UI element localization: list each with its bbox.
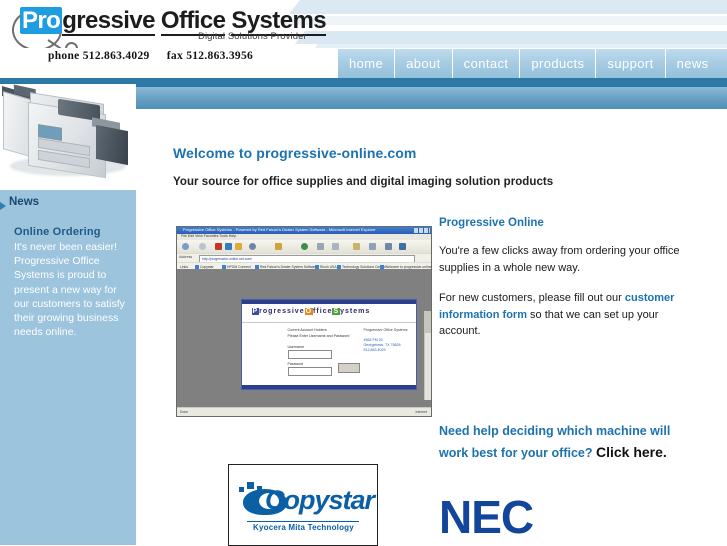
username-input[interactable] — [287, 350, 332, 359]
screenshot-scrollbar[interactable] — [424, 311, 431, 400]
screenshot-login-form: Current Account Holders Please Enter Use… — [241, 323, 416, 385]
screenshot-addressbar[interactable]: Address http://progressive-online.net.co… — [177, 253, 431, 263]
cta-click-here[interactable]: Click here. — [596, 444, 667, 460]
nav-label: contact — [463, 56, 509, 71]
logo-gressive: gressive — [62, 7, 155, 36]
fax-number: 512.863.3956 — [186, 50, 254, 62]
sidebar: News Online Ordering It's never been eas… — [0, 190, 136, 545]
copystar-initial: C — [265, 485, 284, 515]
nav-label: products — [531, 56, 585, 71]
username-label: Username — [287, 345, 305, 349]
header-banner-bar — [130, 87, 727, 109]
copystar-subtitle: Kyocera Mita Technology — [253, 523, 354, 532]
site-logo[interactable]: Progressive Office Systems Digital Solut… — [8, 3, 327, 48]
phone-number: 512.863.4029 — [82, 50, 150, 62]
login-prompt-1: Current Account Holders — [287, 328, 327, 332]
online-ordering-block: Progressive Online You're a few clicks a… — [439, 217, 691, 354]
online-paragraph-2: For new customers, please fill out our c… — [439, 290, 691, 340]
search-icon — [249, 243, 256, 250]
header-swoosh-2 — [280, 16, 727, 25]
favorites-icon — [275, 243, 282, 250]
nav-item-products[interactable]: products — [519, 49, 595, 78]
screenshot-toolbar — [177, 240, 431, 253]
nav-item-contact[interactable]: contact — [451, 49, 520, 78]
mail-icon — [332, 243, 339, 250]
header-contact-line: phone 512.863.4029 fax 512.863.3956 — [48, 50, 253, 62]
page-subtitle: Your source for office supplies and digi… — [173, 176, 554, 188]
main-navigation: home about contact products support news — [338, 49, 727, 78]
nav-item-about[interactable]: about — [394, 49, 452, 78]
copystar-logo: Copystar Kyocera Mita Technology — [228, 464, 378, 546]
online-heading: Progressive Online — [439, 217, 544, 229]
edit-icon — [369, 243, 376, 250]
fax-label: fax — [166, 50, 184, 62]
print-icon — [353, 243, 360, 250]
copier-photo — [0, 84, 136, 190]
login-button[interactable] — [337, 363, 360, 373]
screenshot-login-page: ProgressiveOfficeSystems Current Account… — [240, 299, 417, 390]
login-prompt-2: Please Enter Username and Password — [287, 334, 350, 338]
nav-item-home[interactable]: home — [338, 49, 394, 78]
sidebar-news-body: It's never been easier! Progressive Offi… — [14, 241, 125, 339]
cta-block[interactable]: Need help deciding which machine will wo… — [439, 421, 691, 464]
screenshot-statusbar: Done Internet — [177, 407, 431, 416]
contact-title: Progressive Office Systems — [363, 328, 408, 332]
contact-line-1: 4564 FM 20 — [363, 338, 383, 342]
main-content: Welcome to progressive-online.com Your s… — [136, 109, 727, 546]
logo-rest-1: rogressive — [259, 308, 305, 315]
status-right-text: Internet — [415, 410, 428, 414]
logo-letter-s: S — [332, 308, 341, 315]
cta-line-1: Need help deciding which machine will — [439, 424, 671, 438]
site-header: Progressive Office Systems Digital Solut… — [0, 0, 727, 48]
header-swoosh-4 — [314, 44, 727, 48]
status-left-text: Done — [180, 410, 189, 414]
phone-label: phone — [48, 50, 80, 62]
password-input[interactable] — [287, 367, 332, 376]
nav-item-news[interactable]: news — [664, 49, 720, 78]
contact-line-3: 512.863.4029 — [363, 348, 386, 352]
forward-icon — [199, 243, 206, 250]
page-title: Welcome to progressive-online.com — [173, 145, 417, 161]
logo-tagline: Digital Solutions Provider — [198, 31, 307, 42]
contact-line-2: Georgetown, TX 78626 — [363, 343, 401, 347]
media-icon — [301, 243, 308, 250]
page-root: Progressive Office Systems Digital Solut… — [0, 0, 727, 546]
history-icon — [317, 243, 324, 250]
sidebar-news-title: Online Ordering — [14, 226, 101, 238]
cta-line-2: work best for your office? — [439, 446, 596, 460]
back-icon — [182, 243, 189, 250]
screenshot-page-logo: ProgressiveOfficeSystems — [241, 304, 416, 323]
logo-rest-3: ystems — [340, 308, 371, 315]
nec-logo: NEC — [439, 491, 534, 543]
nav-label: news — [676, 56, 709, 71]
logo-letter-o: O — [304, 308, 314, 315]
refresh-icon — [225, 243, 232, 250]
discuss-icon — [385, 243, 392, 250]
header-swoosh-3 — [294, 31, 727, 44]
window-controls-icon — [414, 228, 430, 233]
copystar-name: opystar — [283, 485, 376, 515]
stop-icon — [215, 243, 222, 250]
online-paragraph-1: You're a few clicks away from ordering y… — [439, 245, 680, 274]
address-label: Address — [179, 255, 193, 259]
nav-label: support — [607, 56, 654, 71]
nav-label: about — [406, 56, 441, 71]
copystar-wordmark: Copystar — [265, 485, 376, 516]
logo-rest-2: ffice — [313, 308, 333, 315]
screenshot-viewport: ProgressiveOfficeSystems Current Account… — [177, 269, 431, 408]
sidebar-section-news[interactable]: News — [9, 196, 39, 208]
logo-pro-badge: Pro — [20, 7, 63, 34]
browser-screenshot-thumbnail[interactable]: Progressive Office Systems - Powered by … — [176, 226, 432, 417]
nav-label: home — [349, 56, 384, 71]
p2-before: For new customers, please fill out our — [439, 292, 625, 304]
magnifier-dot-icon — [65, 42, 78, 48]
home-icon — [235, 243, 242, 250]
header-swoosh-1 — [289, 0, 727, 14]
screenshot-menu-items: File Edit View Favorites Tools Help — [181, 234, 237, 238]
messenger-icon — [399, 243, 406, 250]
triangle-bullet-icon — [0, 202, 6, 210]
password-label: Password — [287, 362, 304, 366]
nav-item-support[interactable]: support — [595, 49, 664, 78]
